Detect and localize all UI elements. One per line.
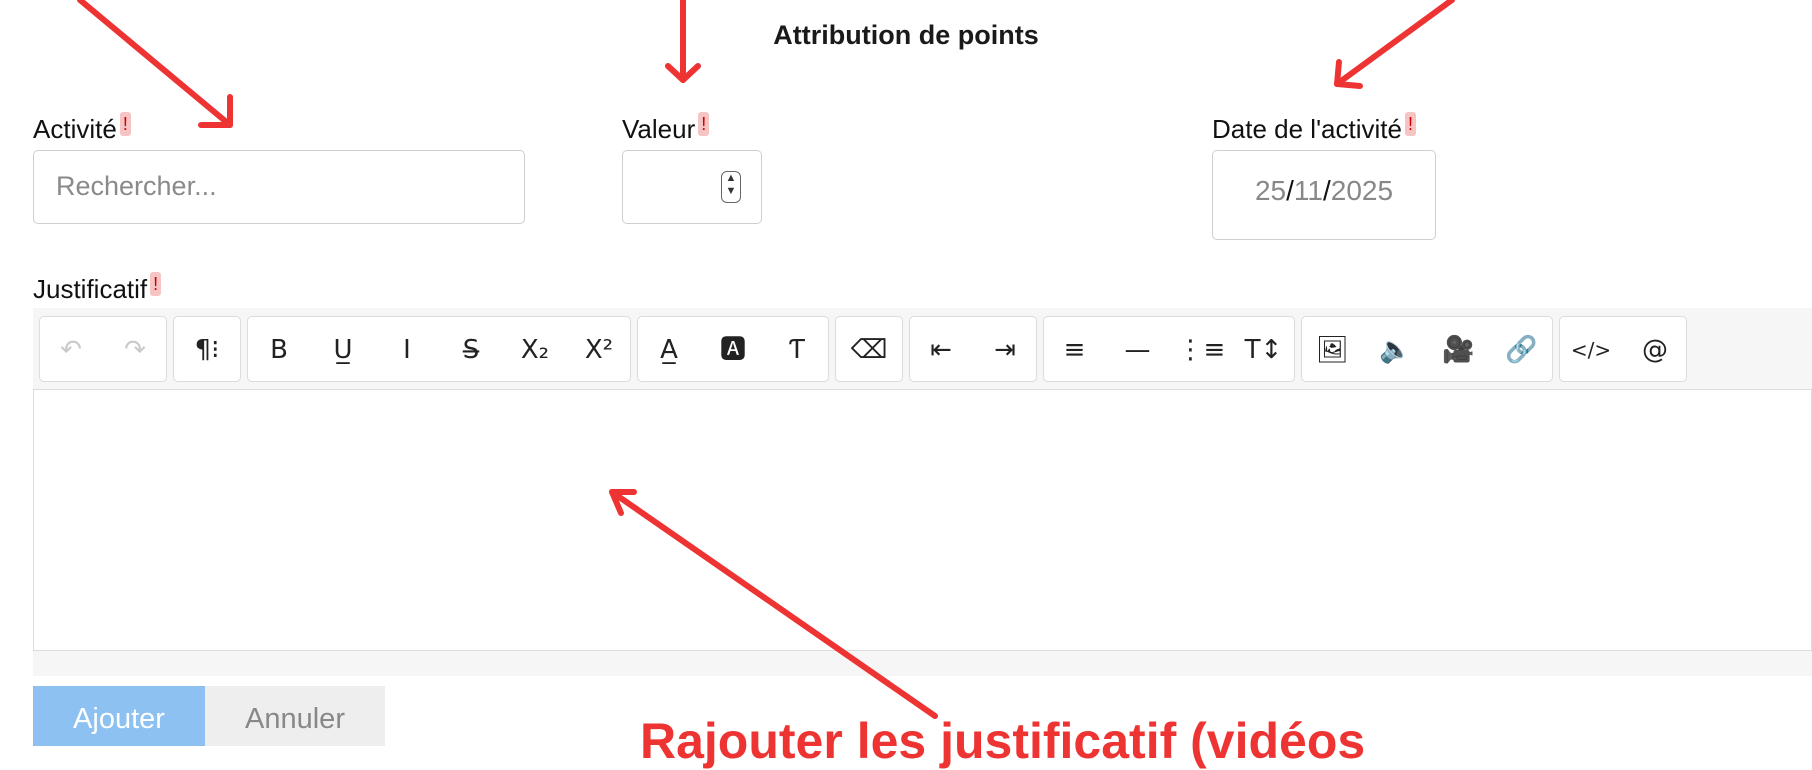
arrow-to-activity xyxy=(77,0,233,128)
arrow-to-editor xyxy=(609,489,938,719)
arrow-to-date xyxy=(1334,0,1455,89)
arrow-to-value xyxy=(665,0,701,83)
annotation-arrows xyxy=(77,0,1455,719)
